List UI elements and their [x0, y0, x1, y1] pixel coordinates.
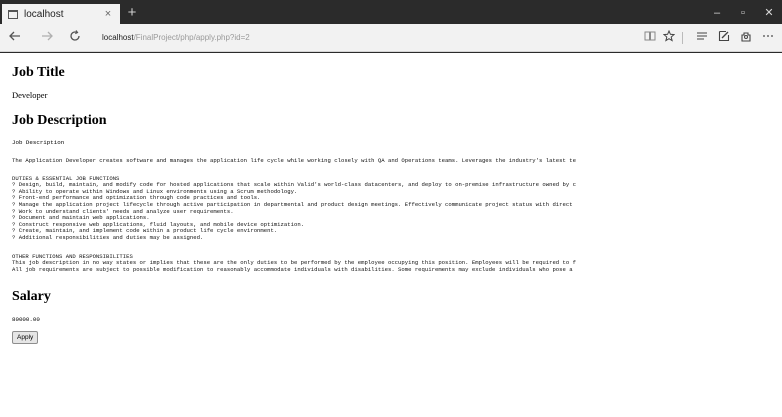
salary-value: 80000.00 — [12, 316, 40, 324]
page-viewport: Job Title Developer Job Description Job … — [0, 53, 782, 417]
other-functions-line: All job requirements are subject to poss… — [12, 265, 573, 273]
duty-item: ? Additional responsibilities and duties… — [12, 233, 204, 241]
close-window-icon[interactable]: ✕ — [762, 6, 776, 20]
new-tab-button[interactable]: + — [124, 4, 140, 22]
duties-list: ? Design, build, maintain, and modify co… — [12, 182, 782, 241]
salary-heading: Salary — [12, 289, 51, 305]
hub-icon[interactable] — [694, 30, 710, 46]
job-application-page: Job Title Developer Job Description Job … — [12, 53, 782, 345]
job-description-label: Job Description — [12, 139, 65, 146]
maximize-icon[interactable]: ▫ — [736, 6, 750, 20]
favorite-star-icon[interactable] — [661, 29, 677, 46]
page-icon — [8, 9, 18, 19]
notes-icon[interactable] — [716, 30, 732, 46]
address-host: localhost — [102, 33, 134, 42]
address-bar[interactable]: localhost/FinalProject/php/apply.php?id=… — [102, 32, 250, 44]
forward-icon[interactable] — [38, 29, 56, 47]
toolbar-separator — [682, 32, 683, 44]
job-description-intro: The Application Developer creates softwa… — [12, 157, 576, 164]
browser-tab[interactable]: localhost × — [2, 4, 120, 24]
address-path: /FinalProject/php/apply.php?id=2 — [133, 33, 250, 42]
browser-title-bar: localhost × + – ▫ ✕ — [0, 0, 782, 24]
more-icon[interactable] — [760, 30, 776, 46]
minimize-icon[interactable]: – — [710, 6, 724, 20]
back-icon[interactable] — [6, 29, 24, 47]
browser-nav-bar: localhost/FinalProject/php/apply.php?id=… — [0, 24, 782, 52]
job-title-value: Developer — [12, 90, 48, 100]
close-tab-icon[interactable]: × — [102, 8, 114, 20]
tab-title: localhost — [24, 8, 64, 20]
job-title-heading: Job Title — [12, 65, 65, 80]
share-icon[interactable] — [738, 30, 754, 46]
refresh-icon[interactable] — [66, 29, 84, 47]
job-description-heading: Job Description — [12, 113, 107, 128]
reading-view-icon[interactable] — [642, 30, 658, 46]
apply-button[interactable]: Apply — [12, 331, 39, 345]
